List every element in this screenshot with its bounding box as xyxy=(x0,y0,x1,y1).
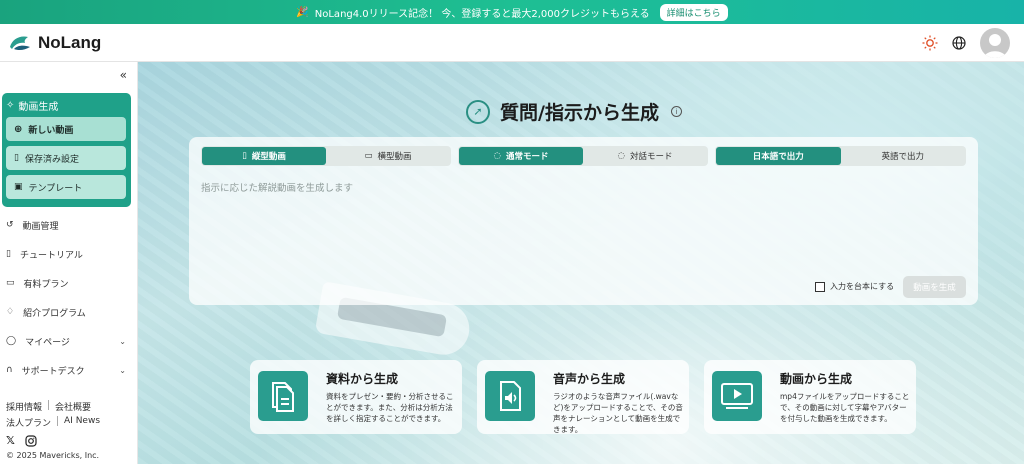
card-title: 資料から生成 xyxy=(326,372,399,386)
globe-icon[interactable] xyxy=(952,35,966,50)
magic-wand-icon: ✧ xyxy=(6,100,15,111)
english-output-option[interactable]: 英語で出力 xyxy=(841,147,966,165)
bookmark-icon: ▯ xyxy=(14,153,19,163)
link-recruit[interactable]: 採用情報 xyxy=(6,400,42,413)
logo-icon xyxy=(10,35,30,50)
chat-bubble-icon: ◌ xyxy=(493,151,501,161)
link-ai-news[interactable]: AI News xyxy=(64,416,100,429)
sidebar-item-templates[interactable]: ▣ テンプレート xyxy=(6,175,126,199)
chat-bubbles-icon: ◌ xyxy=(617,151,625,161)
info-icon[interactable]: i xyxy=(670,106,682,117)
audio-file-icon xyxy=(485,371,535,421)
handshake-icon: ♢ xyxy=(6,307,15,317)
chevron-down-icon: ⌄ xyxy=(119,365,126,375)
card-description: ラジオのような音声ファイル(.wavなど)をアップロードすることで、その音声をナ… xyxy=(553,392,683,434)
sidebar-item-video-management[interactable]: ↺ 動画管理 xyxy=(6,216,126,234)
sidebar: « ✧ 動画生成 ⊕ 新しい動画 ▯ 保存済み設定 ▣ テンプレート ↺ 動画管… xyxy=(0,62,138,464)
x-icon[interactable]: 𝕏 xyxy=(6,434,15,447)
script-checkbox[interactable] xyxy=(815,281,825,292)
social-links: 𝕏 xyxy=(6,434,37,447)
user-silhouette-icon xyxy=(984,33,1006,58)
card-title: 音声から生成 xyxy=(553,372,626,386)
plus-circle-icon: ⊕ xyxy=(14,123,23,135)
link-company[interactable]: 会社概要 xyxy=(55,400,91,413)
language-toggle: 日本語で出力 英語で出力 xyxy=(715,146,966,166)
collapse-sidebar-icon[interactable]: « xyxy=(120,68,127,82)
japanese-output-option[interactable]: 日本語で出力 xyxy=(716,147,841,165)
sidebar-item-saved-settings[interactable]: ▯ 保存済み設定 xyxy=(6,146,126,170)
sidebar-item-mypage[interactable]: ◯ マイページ ⌄ xyxy=(6,332,126,350)
announcement-banner: 🎉 NoLang4.0リリース記念！ 今、登録すると最大2,000クレジットもら… xyxy=(0,0,1024,24)
orientation-toggle: ▯ 縦型動画 ▭ 横型動画 xyxy=(201,146,451,166)
footer-links-row-1: 採用情報 会社概要 xyxy=(6,400,91,413)
horizontal-video-option[interactable]: ▭ 横型動画 xyxy=(326,147,450,165)
instagram-icon[interactable] xyxy=(25,435,37,447)
mode-toggle: ◌ 通常モード ◌ 対話モード xyxy=(458,146,708,166)
banner-details-button[interactable]: 詳細はこちら xyxy=(659,3,728,21)
book-icon: ▯ xyxy=(6,249,11,259)
sidebar-item-support[interactable]: ∩ サポートデスク ⌄ xyxy=(6,361,126,379)
logo[interactable]: NoLang xyxy=(8,33,101,53)
header: NoLang xyxy=(0,24,1024,62)
party-icon: 🎉 xyxy=(296,6,309,18)
card-description: mp4ファイルをアップロードすることで、その動画に対して字幕やアバターを付与した… xyxy=(780,392,910,423)
chevron-down-icon: ⌄ xyxy=(119,336,126,346)
image-icon: ▣ xyxy=(14,182,23,192)
card-from-video[interactable]: 動画から生成 mp4ファイルをアップロードすることで、その動画に対して字幕やアバ… xyxy=(704,360,916,434)
sidebar-item-paid-plan[interactable]: ▭ 有料プラン xyxy=(6,274,126,292)
generate-video-button[interactable]: 動画を生成 xyxy=(903,276,966,298)
user-icon: ◯ xyxy=(6,336,17,346)
card-from-audio[interactable]: 音声から生成 ラジオのような音声ファイル(.wavなど)をアップロードすることで… xyxy=(477,360,689,434)
video-player-icon xyxy=(712,371,762,421)
card-description: 資料をプレゼン・要約・分析させることができます。また、分析は分析方法を詳しく指定… xyxy=(326,392,454,423)
video-generation-group: ✧ 動画生成 ⊕ 新しい動画 ▯ 保存済み設定 ▣ テンプレート xyxy=(2,93,131,207)
vertical-video-option[interactable]: ▯ 縦型動画 xyxy=(202,147,326,165)
normal-mode-option[interactable]: ◌ 通常モード xyxy=(459,147,583,165)
logo-text: NoLang xyxy=(38,32,102,52)
avatar[interactable] xyxy=(980,27,1010,58)
headset-icon: ∩ xyxy=(6,365,13,375)
sidebar-item-new-video[interactable]: ⊕ 新しい動画 xyxy=(6,117,126,141)
group-title: ✧ 動画生成 xyxy=(6,100,59,113)
compass-icon: ➚ xyxy=(466,99,490,124)
script-checkbox-row[interactable]: 入力を台本にする xyxy=(815,281,894,292)
footer-links-row-2: 法人プラン AI News xyxy=(6,416,100,429)
script-checkbox-label: 入力を台本にする xyxy=(830,282,895,291)
sun-icon[interactable] xyxy=(922,35,938,51)
banner-text: NoLang4.0リリース記念！ 今、登録すると最大2,000クレジットもらえる xyxy=(314,8,650,20)
sidebar-item-referral[interactable]: ♢ 紹介プログラム xyxy=(6,303,126,321)
prompt-input[interactable]: 指示に応じた解説動画を生成します xyxy=(201,180,353,194)
monitor-icon: ▭ xyxy=(364,151,373,161)
dialogue-mode-option[interactable]: ◌ 対話モード xyxy=(583,147,707,165)
link-corporate-plan[interactable]: 法人プラン xyxy=(6,416,51,429)
document-icon xyxy=(258,371,308,421)
page-title: 質問/指示から生成 xyxy=(500,102,659,124)
prompt-panel: ▯ 縦型動画 ▭ 横型動画 ◌ 通常モード ◌ 対話モード 日本語で出力 英語で… xyxy=(189,137,978,305)
sidebar-item-tutorial[interactable]: ▯ チュートリアル xyxy=(6,245,126,263)
card-from-document[interactable]: 資料から生成 資料をプレゼン・要約・分析させることができます。また、分析は分析方… xyxy=(250,360,462,434)
copyright: © 2025 Mavericks, Inc. xyxy=(6,451,100,460)
card-title: 動画から生成 xyxy=(780,372,853,386)
title-row: ➚ 質問/指示から生成 i xyxy=(466,98,682,125)
card-icon: ▭ xyxy=(6,278,15,288)
main-area: ➚ 質問/指示から生成 i ▯ 縦型動画 ▭ 横型動画 ◌ 通常モード ◌ 対話… xyxy=(138,62,1024,464)
phone-icon: ▯ xyxy=(242,151,247,161)
history-icon: ↺ xyxy=(6,220,14,230)
